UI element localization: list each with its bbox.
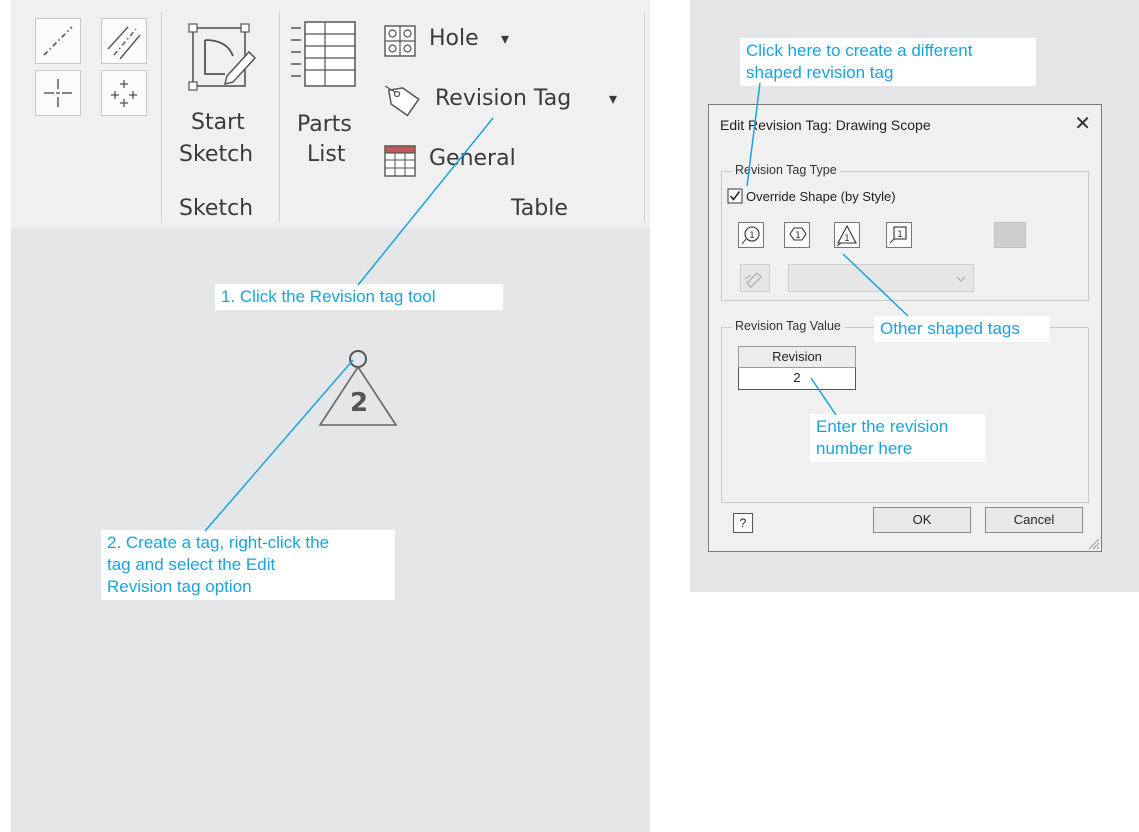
dialog-leader-lines bbox=[746, 82, 909, 416]
leader-line-enter-number bbox=[810, 377, 837, 416]
leader-line-other-shapes bbox=[842, 253, 909, 317]
leader-line-different-shape bbox=[746, 82, 761, 187]
